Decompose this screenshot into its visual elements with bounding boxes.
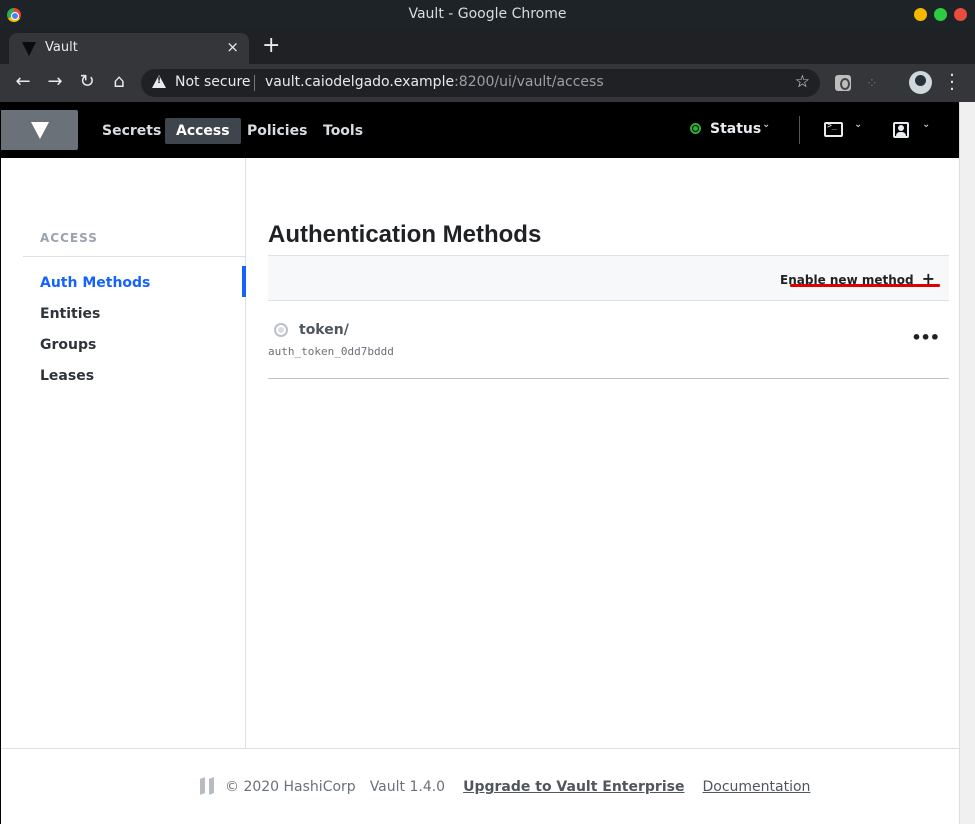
status-label: Status (710, 121, 762, 137)
vault-app: Secrets Access Policies Tools Status ⌄ ⌄… (0, 102, 960, 824)
sidebar-divider (23, 256, 246, 257)
tab-close-icon[interactable]: × (226, 38, 239, 56)
sidebar-active-indicator (242, 266, 246, 297)
auth-method-accessor: auth_token_0dd7bddd (268, 345, 394, 358)
footer-version: Vault 1.4.0 (369, 779, 446, 795)
chrome-menu-icon[interactable]: · · · (948, 67, 956, 99)
console-icon[interactable] (824, 121, 843, 137)
address-bar[interactable]: Not secure vault.caiodelgado.example:820… (141, 69, 820, 97)
footer-copyright: © 2020 HashiCorp (225, 779, 356, 795)
vault-favicon-icon (22, 42, 36, 56)
vault-logo[interactable] (1, 110, 78, 150)
nav-access[interactable]: Access (165, 118, 241, 144)
bookmark-star-icon[interactable]: ☆ (795, 72, 810, 92)
extension-lightbulb-icon[interactable] (835, 75, 851, 91)
new-tab-button[interactable]: + (262, 34, 280, 58)
chevron-down-icon[interactable]: ⌄ (762, 119, 770, 130)
nav-divider (799, 116, 800, 144)
reload-icon[interactable]: ↻ (76, 71, 98, 93)
list-item[interactable]: token/ auth_token_0dd7bddd ••• (268, 314, 949, 379)
auth-methods-toolbar: Enable new method + (268, 255, 949, 301)
vault-top-nav: Secrets Access Policies Tools Status ⌄ ⌄… (1, 102, 960, 158)
extension-puzzle-icon[interactable]: ⁘ (866, 76, 878, 92)
user-chevron-down-icon[interactable]: ⌄ (922, 119, 930, 130)
sidebar-item-entities[interactable]: Entities (40, 306, 100, 322)
more-options-icon[interactable]: ••• (911, 328, 940, 347)
hashicorp-logo-icon (199, 777, 217, 795)
sidebar-item-groups[interactable]: Groups (40, 337, 96, 353)
access-sidebar: ACCESS Auth Methods Entities Groups Leas… (1, 158, 246, 748)
browser-tab-vault[interactable]: Vault × (9, 33, 249, 64)
documentation-link[interactable]: Documentation (702, 779, 810, 795)
profile-avatar[interactable] (909, 71, 932, 94)
tab-title: Vault (45, 40, 78, 55)
browser-toolbar: ← → ↻ ⌂ Not secure vault.caiodelgado.exa… (0, 64, 975, 102)
warning-icon (152, 75, 166, 88)
nav-policies[interactable]: Policies (236, 118, 318, 144)
vault-logo-icon (31, 122, 49, 139)
footer-row: © 2020 HashiCorp Vault 1.4.0 Upgrade to Va… (199, 777, 810, 795)
footer: © 2020 HashiCorp Vault 1.4.0 Upgrade to Va… (1, 748, 960, 824)
sidebar-item-auth-methods[interactable]: Auth Methods (40, 275, 150, 291)
close-window-button[interactable] (954, 8, 967, 21)
nav-secrets[interactable]: Secrets (91, 118, 172, 144)
token-icon (274, 323, 288, 337)
auth-method-path[interactable]: token/ (299, 322, 349, 338)
window-title: Vault - Google Chrome (408, 6, 567, 22)
page-title: Authentication Methods (268, 221, 542, 248)
back-arrow-icon[interactable]: ← (12, 71, 34, 93)
page-scrollbar[interactable] (959, 102, 975, 824)
home-icon[interactable]: ⌂ (108, 71, 130, 93)
nav-tools[interactable]: Tools (312, 118, 374, 144)
tab-strip: Vault × + (0, 30, 975, 64)
maximize-button[interactable] (934, 8, 947, 21)
security-indicator[interactable]: Not secure (175, 74, 251, 90)
sidebar-heading: ACCESS (40, 231, 98, 245)
sidebar-item-leases[interactable]: Leases (40, 368, 94, 384)
status-ok-icon (690, 123, 701, 134)
address-separator (254, 75, 255, 91)
url-text[interactable]: vault.caiodelgado.example:8200/ui/vault/… (265, 74, 604, 90)
url-host: vault.caiodelgado.example (265, 74, 455, 90)
user-icon[interactable] (893, 122, 909, 138)
url-path: :8200/ui/vault/access (454, 74, 604, 90)
forward-arrow-icon[interactable]: → (44, 71, 66, 93)
console-chevron-down-icon[interactable]: ⌄ (854, 119, 862, 130)
upgrade-enterprise-link[interactable]: Upgrade to Vault Enterprise (463, 779, 684, 795)
minimize-button[interactable] (914, 8, 927, 21)
window-titlebar: Vault - Google Chrome (0, 0, 975, 30)
annotation-underline (790, 284, 940, 287)
